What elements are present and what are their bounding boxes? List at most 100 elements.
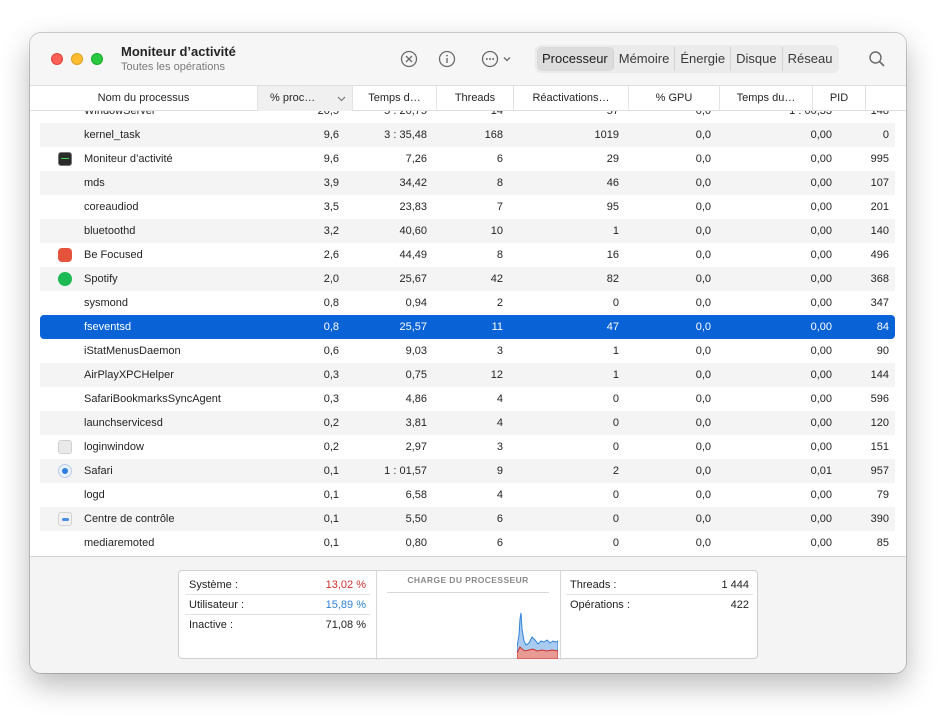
pid-cell: 0 <box>882 129 889 141</box>
process-name-cell: coreaudiod <box>84 201 139 213</box>
column-header-name[interactable]: Nom du processus <box>30 86 258 111</box>
stop-process-button[interactable] <box>399 49 419 69</box>
stat-threads-label: Threads : <box>570 579 617 591</box>
cpu-time-cell: 4,86 <box>405 393 427 405</box>
process-name-cell: iStatMenusDaemon <box>84 345 181 357</box>
process-name-cell: mds <box>84 177 105 189</box>
threads-cell: 6 <box>496 153 503 165</box>
column-header-gpu[interactable]: % GPU <box>629 86 720 111</box>
stat-system-value: 13,02 % <box>325 579 366 591</box>
cpu-time-cell: 5 : 20,75 <box>384 111 427 117</box>
gpu-percent-cell: 0,0 <box>695 129 711 141</box>
table-row[interactable]: Spotify 2,0 25,67 42 82 0,0 0,00 368 <box>40 267 895 291</box>
gpu-percent-cell: 0,0 <box>695 417 711 429</box>
table-row[interactable]: mediaremoted 0,1 0,80 6 0 0,0 0,00 85 <box>40 531 895 555</box>
cpu-time-cell: 34,42 <box>399 177 427 189</box>
gpu-time-cell: 0,00 <box>810 225 832 237</box>
table-row[interactable]: iStatMenusDaemon 0,6 9,03 3 1 0,0 0,00 90 <box>40 339 895 363</box>
column-header-pid[interactable]: PID <box>813 86 866 111</box>
gpu-time-cell: 0,00 <box>810 513 832 525</box>
table-row[interactable]: Moniteur d’activité 9,6 7,26 6 29 0,0 0,00 995 <box>40 147 895 171</box>
stat-threads-value: 1 444 <box>721 579 749 591</box>
gpu-percent-cell: 0,0 <box>695 297 711 309</box>
threads-cell: 11 <box>491 321 503 333</box>
table-row[interactable]: Be Focused 2,6 44,49 8 16 0,0 0,00 496 <box>40 243 895 267</box>
close-window-button[interactable] <box>51 53 63 65</box>
threads-cell: 3 <box>496 441 503 453</box>
search-button[interactable] <box>867 49 887 69</box>
gpu-percent-cell: 0,0 <box>695 177 711 189</box>
pid-cell: 90 <box>876 345 889 357</box>
table-row[interactable]: mds 3,9 34,42 8 46 0,0 0,00 107 <box>40 171 895 195</box>
process-name-cell: logd <box>84 489 105 501</box>
info-icon <box>438 50 456 68</box>
table-row[interactable]: AirPlayXPCHelper 0,3 0,75 12 1 0,0 0,00 144 <box>40 363 895 387</box>
table-row-selected[interactable]: fseventsd 0,8 25,57 11 47 0,0 0,00 84 <box>40 315 895 339</box>
cpu-time-cell: 23,83 <box>399 201 427 213</box>
table-row[interactable]: coreaudiod 3,5 23,83 7 95 0,0 0,00 201 <box>40 195 895 219</box>
pid-cell: 201 <box>870 201 889 213</box>
wakeups-cell: 82 <box>606 273 619 285</box>
threads-cell: 6 <box>496 537 503 549</box>
tab-disque[interactable]: Disque <box>731 47 783 71</box>
table-row[interactable]: Safari 0,1 1 : 01,57 9 2 0,0 0,01 957 <box>40 459 895 483</box>
pid-cell: 144 <box>870 369 889 381</box>
column-header-threads[interactable]: Threads <box>437 86 514 111</box>
tab-reseau[interactable]: Réseau <box>783 47 838 71</box>
gpu-percent-cell: 0,0 <box>695 369 711 381</box>
ellipsis-circle-icon <box>481 50 498 68</box>
table-row[interactable]: loginwindow 0,2 2,97 3 0 0,0 0,00 151 <box>40 435 895 459</box>
wakeups-cell: 57 <box>606 111 619 117</box>
table-row[interactable]: logd 0,1 6,58 4 0 0,0 0,00 79 <box>40 483 895 507</box>
table-row[interactable]: kernel_task 9,6 3 : 35,48 168 1019 0,0 0,00 0 <box>40 123 895 147</box>
pid-cell: 140 <box>870 225 889 237</box>
pid-cell: 79 <box>876 489 889 501</box>
tab-energie[interactable]: Énergie <box>675 47 732 71</box>
table-row[interactable]: sysmond 0,8 0,94 2 0 0,0 0,00 347 <box>40 291 895 315</box>
inspect-process-button[interactable] <box>437 49 457 69</box>
title-block: Moniteur d’activité Toutes les opération… <box>121 44 236 73</box>
stat-idle-value: 71,08 % <box>325 619 366 631</box>
process-name-cell: mediaremoted <box>84 537 155 549</box>
activity-monitor-window: Moniteur d’activité Toutes les opération… <box>30 33 906 673</box>
table-row[interactable]: Centre de contrôle 0,1 5,50 6 0 0,0 0,00 390 <box>40 507 895 531</box>
tab-memoire[interactable]: Mémoire <box>614 47 676 71</box>
pid-cell: 85 <box>876 537 889 549</box>
pid-cell: 107 <box>870 177 889 189</box>
pid-cell: 148 <box>870 111 889 117</box>
gpu-percent-cell: 0,0 <box>695 489 711 501</box>
column-header-cpu-label: % proc… <box>270 92 316 104</box>
threads-cell: 7 <box>496 201 503 213</box>
more-actions-button[interactable] <box>478 49 514 69</box>
table-row[interactable]: SafariBookmarksSyncAgent 0,3 4,86 4 0 0,0 0,00… <box>40 387 895 411</box>
threads-cell: 8 <box>496 249 503 261</box>
stat-operations-value: 422 <box>730 599 749 611</box>
cpu-percent-cell: 9,6 <box>323 129 339 141</box>
gpu-percent-cell: 0,0 <box>695 249 711 261</box>
process-name-cell: AirPlayXPCHelper <box>84 369 174 381</box>
gpu-time-cell: 0,00 <box>810 417 832 429</box>
cpu-time-cell: 25,67 <box>399 273 427 285</box>
table-row[interactable]: WindowServer 20,5 5 : 20,75 14 57 0,0 1 : 00,3… <box>40 111 895 123</box>
tab-processeur[interactable]: Processeur <box>537 47 614 71</box>
table-row[interactable]: launchservicesd 0,2 3,81 4 0 0,0 0,00 120 <box>40 411 895 435</box>
gpu-time-cell: 0,00 <box>810 537 832 549</box>
column-header-cpu-time[interactable]: Temps d… <box>353 86 437 111</box>
gpu-time-cell: 0,00 <box>810 321 832 333</box>
wakeups-cell: 1 <box>612 369 619 381</box>
zoom-window-button[interactable] <box>91 53 103 65</box>
thread-stats: Threads : 1 444 Opérations : 422 <box>560 575 759 615</box>
table-header: Nom du processus % proc… Temps d… Thread… <box>30 85 906 111</box>
process-name-cell: fseventsd <box>84 321 132 333</box>
table-row[interactable]: bluetoothd 3,2 40,60 10 1 0,0 0,00 140 <box>40 219 895 243</box>
loginwindow-icon <box>58 440 72 454</box>
gpu-percent-cell: 0,0 <box>695 345 711 357</box>
stat-threads: Threads : 1 444 <box>560 575 759 595</box>
column-header-cpu[interactable]: % proc… <box>258 86 353 111</box>
x-circle-icon <box>400 50 418 68</box>
cpu-percent-cell: 3,5 <box>323 201 339 213</box>
column-header-wakeups[interactable]: Réactivations… <box>514 86 629 111</box>
column-header-gpu-time[interactable]: Temps du… <box>720 86 813 111</box>
minimize-window-button[interactable] <box>71 53 83 65</box>
window-subtitle[interactable]: Toutes les opérations <box>121 61 236 73</box>
